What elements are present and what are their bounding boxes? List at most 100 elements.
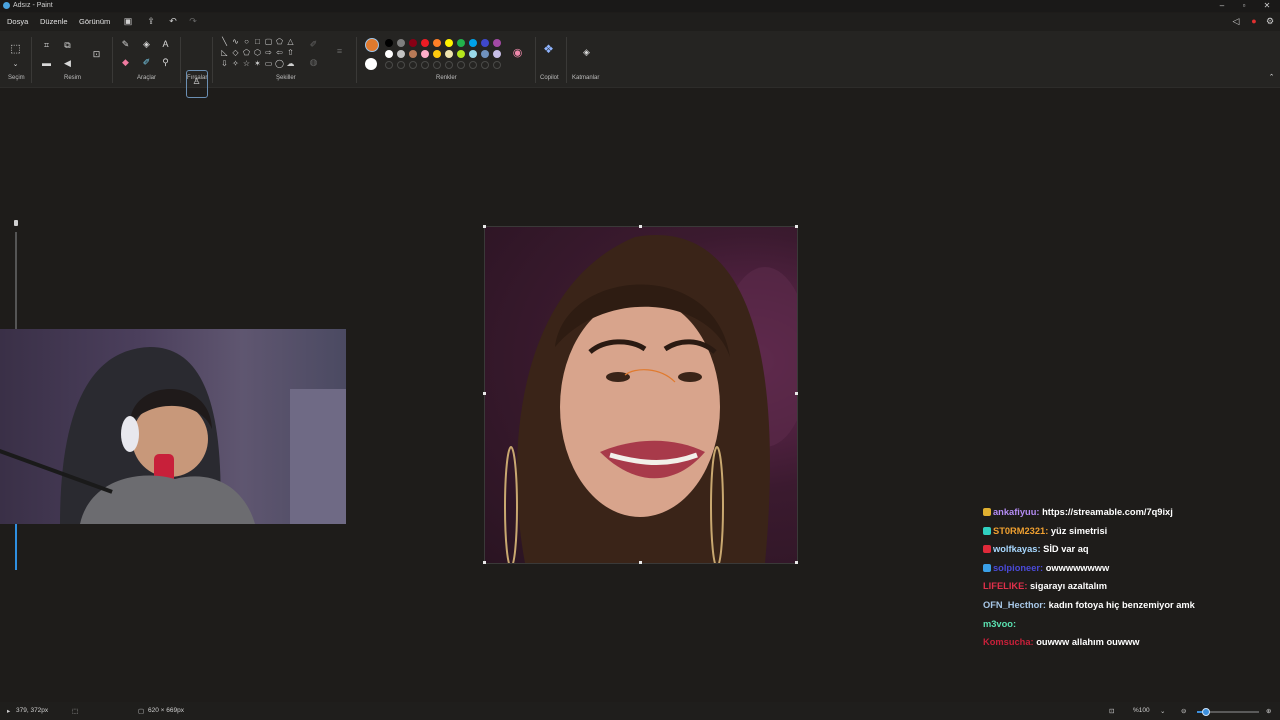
empty-custom-swatch[interactable] (457, 61, 465, 69)
rectangle-shape-icon[interactable]: □ (253, 37, 262, 46)
palette-swatch[interactable] (481, 50, 489, 58)
line-shape-icon[interactable]: ╲ (220, 37, 229, 46)
layers-icon[interactable]: ◈ (581, 47, 592, 58)
crop-icon[interactable]: ⌗ (41, 40, 52, 51)
edit-colors-icon[interactable]: ◉ (512, 48, 523, 59)
outline-icon[interactable]: ✐ (308, 39, 319, 50)
menu-view[interactable]: Görünüm (79, 17, 110, 26)
palette-swatch[interactable] (385, 39, 393, 47)
empty-custom-swatch[interactable] (469, 61, 477, 69)
shape-size-icon[interactable]: ≡ (334, 46, 345, 57)
palette-swatch[interactable] (433, 39, 441, 47)
empty-custom-swatch[interactable] (421, 61, 429, 69)
callout-oval-shape-icon[interactable]: ◯ (275, 59, 284, 68)
canvas-image[interactable] (484, 226, 798, 564)
empty-custom-swatch[interactable] (385, 61, 393, 69)
polygon-shape-icon[interactable]: ⬠ (275, 37, 284, 46)
palette-swatch[interactable] (397, 50, 405, 58)
resize-handle[interactable] (795, 225, 798, 228)
right-arrow-shape-icon[interactable]: ⇨ (264, 48, 273, 57)
magnifier-icon[interactable]: ⚲ (160, 57, 171, 68)
resize-handle[interactable] (639, 225, 642, 228)
empty-custom-swatch[interactable] (409, 61, 417, 69)
chevron-down-icon[interactable]: ⌄ (10, 59, 21, 70)
resize-handle[interactable] (795, 392, 798, 395)
oval-shape-icon[interactable]: ○ (242, 37, 251, 46)
empty-custom-swatch[interactable] (493, 61, 501, 69)
palette-swatch[interactable] (385, 50, 393, 58)
eraser-icon[interactable]: ◆ (120, 57, 131, 68)
right-triangle-shape-icon[interactable]: ◺ (220, 48, 229, 57)
palette-swatch[interactable] (469, 39, 477, 47)
five-point-star-shape-icon[interactable]: ☆ (242, 59, 251, 68)
undo-icon[interactable]: ↶ (168, 16, 178, 26)
palette-swatch[interactable] (469, 50, 477, 58)
triangle-shape-icon[interactable]: △ (286, 37, 295, 46)
text-icon[interactable]: A (160, 39, 171, 50)
copilot-icon[interactable]: ❖ (543, 43, 554, 55)
image-tool-icon[interactable]: ▬ (41, 58, 52, 69)
resize-handle[interactable] (483, 561, 486, 564)
palette-swatch[interactable] (421, 39, 429, 47)
palette-swatch[interactable] (409, 50, 417, 58)
settings-gear-icon[interactable]: ⚙ (1265, 16, 1275, 26)
callout-rect-shape-icon[interactable]: ▭ (264, 59, 273, 68)
rounded-rectangle-shape-icon[interactable]: ▢ (264, 37, 273, 46)
palette-swatch[interactable] (493, 50, 501, 58)
close-icon[interactable]: ✕ (1260, 1, 1274, 10)
resize-handle[interactable] (795, 561, 798, 564)
collapse-ribbon-icon[interactable]: ⌃ (1266, 72, 1277, 83)
palette-swatch[interactable] (493, 39, 501, 47)
rotate-icon[interactable]: ◀ (62, 58, 73, 69)
down-arrow-shape-icon[interactable]: ⇩ (220, 59, 229, 68)
palette-swatch[interactable] (421, 50, 429, 58)
palette-swatch[interactable] (481, 39, 489, 47)
redo-icon[interactable]: ↷ (188, 16, 198, 26)
palette-swatch[interactable] (397, 39, 405, 47)
zoom-select[interactable]: %100 (1133, 707, 1150, 714)
empty-custom-swatch[interactable] (481, 61, 489, 69)
cloud-callout-shape-icon[interactable]: ☁ (286, 59, 295, 68)
pentagon-shape-icon[interactable]: ⬠ (242, 48, 251, 57)
fill-bucket-icon[interactable]: ◈ (141, 39, 152, 50)
save-icon[interactable]: ▣ (123, 16, 133, 26)
color2[interactable] (365, 58, 377, 70)
zoom-in-icon[interactable]: ⊕ (1266, 707, 1271, 715)
resize-handle[interactable] (639, 561, 642, 564)
palette-swatch[interactable] (457, 39, 465, 47)
color1-selected[interactable] (365, 38, 379, 52)
menu-file[interactable]: Dosya (7, 17, 28, 26)
palette-swatch[interactable] (433, 50, 441, 58)
maximize-icon[interactable]: ▫ (1237, 1, 1251, 10)
color-picker-icon[interactable]: ✐ (141, 57, 152, 68)
palette-swatch[interactable] (445, 50, 453, 58)
up-arrow-shape-icon[interactable]: ⇧ (286, 48, 295, 57)
resize-handle[interactable] (483, 225, 486, 228)
share-icon[interactable]: ⇪ (146, 16, 156, 26)
profile-avatar-icon[interactable]: ● (1249, 16, 1259, 26)
announce-icon[interactable]: ◁ (1231, 16, 1241, 26)
palette-swatch[interactable] (409, 39, 417, 47)
minimize-icon[interactable]: – (1215, 1, 1229, 10)
resize-icon[interactable]: ⧉ (62, 40, 73, 51)
palette-swatch[interactable] (457, 50, 465, 58)
hexagon-shape-icon[interactable]: ⬡ (253, 48, 262, 57)
zoom-out-icon[interactable]: ⊖ (1181, 707, 1186, 715)
empty-custom-swatch[interactable] (397, 61, 405, 69)
curve-shape-icon[interactable]: ∿ (231, 37, 240, 46)
palette-swatch[interactable] (445, 39, 453, 47)
fit-screen-icon[interactable]: ⊡ (1109, 707, 1114, 715)
resize-handle[interactable] (483, 392, 486, 395)
diamond-shape-icon[interactable]: ◇ (231, 48, 240, 57)
left-arrow-shape-icon[interactable]: ⇦ (275, 48, 284, 57)
four-point-star-shape-icon[interactable]: ✧ (231, 59, 240, 68)
menu-edit[interactable]: Düzenle (40, 17, 68, 26)
pencil-icon[interactable]: ✎ (120, 39, 131, 50)
zoom-slider-thumb[interactable] (1202, 708, 1211, 716)
select-rectangle-icon[interactable]: ⬚ (10, 44, 21, 55)
empty-custom-swatch[interactable] (433, 61, 441, 69)
fill-icon[interactable]: ◍ (308, 57, 319, 68)
image-select-icon[interactable]: ⊡ (91, 49, 102, 60)
empty-custom-swatch[interactable] (445, 61, 453, 69)
chevron-down-icon[interactable]: ⌄ (1160, 707, 1165, 715)
